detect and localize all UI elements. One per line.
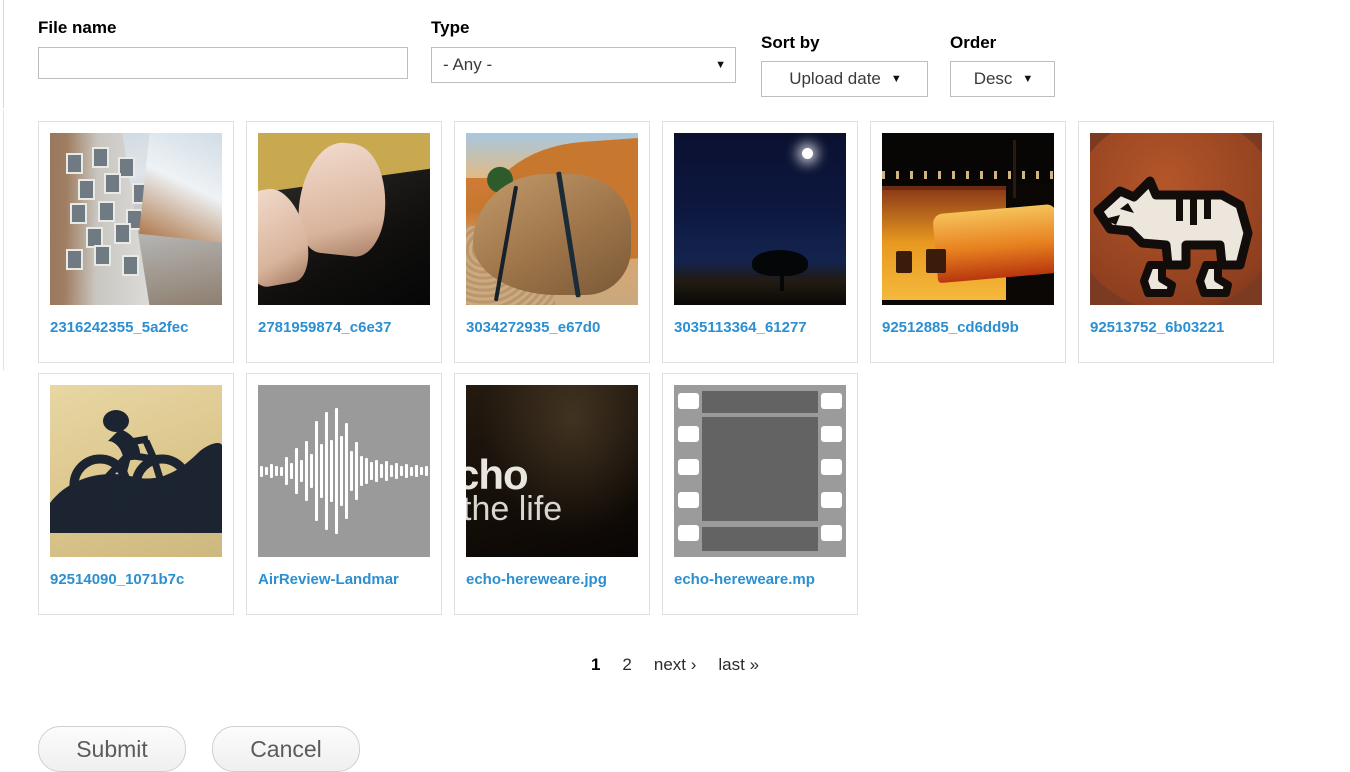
media-file-link[interactable]: 92514090_1071b7c: [50, 571, 222, 589]
order-label: Order: [950, 33, 1055, 53]
media-thumbnail[interactable]: [50, 385, 222, 557]
media-thumbnail[interactable]: [674, 133, 846, 305]
media-card[interactable]: 2781959874_c6e37: [246, 121, 442, 363]
sort-by-select[interactable]: Upload date ▼: [761, 61, 928, 97]
pager-link[interactable]: 2: [622, 655, 631, 675]
submit-button[interactable]: Submit: [38, 726, 186, 772]
cancel-button[interactable]: Cancel: [212, 726, 360, 772]
chevron-down-icon: ▼: [891, 74, 902, 85]
media-card[interactable]: 3035113364_61277: [662, 121, 858, 363]
media-file-link[interactable]: echo-hereweare.jpg: [466, 571, 638, 589]
media-card[interactable]: 92512885_cd6dd9b: [870, 121, 1066, 363]
dialog-left-edge-rule-lower: [3, 110, 4, 370]
filter-sort-by: Sort by Upload date ▼: [761, 33, 928, 97]
type-select-value: - Any -: [443, 55, 492, 75]
type-select[interactable]: - Any - ▼: [431, 47, 736, 83]
filter-type: Type - Any - ▼: [431, 18, 736, 83]
sort-by-label: Sort by: [761, 33, 928, 53]
media-thumbnail[interactable]: [258, 385, 430, 557]
filter-file-name: File name: [38, 18, 408, 79]
filter-order: Order Desc ▼: [950, 33, 1055, 97]
media-file-link[interactable]: 2316242355_5a2fec: [50, 319, 222, 337]
media-card[interactable]: 92513752_6b03221: [1078, 121, 1274, 363]
media-thumbnail[interactable]: chothe life: [466, 385, 638, 557]
media-file-link[interactable]: 2781959874_c6e37: [258, 319, 430, 337]
media-thumbnail[interactable]: [882, 133, 1054, 305]
filter-bar: File name Type - Any - ▼ Sort by Upload …: [0, 0, 1350, 108]
sort-by-select-value: Upload date: [789, 69, 881, 89]
type-label: Type: [431, 18, 736, 38]
media-card[interactable]: AirReview-Landmar: [246, 373, 442, 615]
media-card[interactable]: echo-hereweare.mp: [662, 373, 858, 615]
media-grid-row: 92514090_1071b7c AirReview-Landmar chothe …: [38, 373, 1350, 615]
media-thumbnail[interactable]: [674, 385, 846, 557]
form-actions: Submit Cancel: [38, 726, 360, 772]
media-card[interactable]: 92514090_1071b7c: [38, 373, 234, 615]
pager: 1 2 next › last »: [0, 655, 1350, 675]
media-file-link[interactable]: echo-hereweare.mp: [674, 571, 846, 589]
file-name-input[interactable]: [38, 47, 408, 79]
media-file-link[interactable]: 3035113364_61277: [674, 319, 846, 337]
media-file-link[interactable]: 92512885_cd6dd9b: [882, 319, 1054, 337]
pager-current-page: 1: [591, 655, 600, 675]
media-file-link[interactable]: 3034272935_e67d0: [466, 319, 638, 337]
chevron-down-icon: ▼: [1022, 74, 1033, 85]
file-name-label: File name: [38, 18, 408, 38]
media-grid: 2316242355_5a2fec 2781959874_c6e37 3034272…: [38, 121, 1350, 625]
media-thumbnail[interactable]: [50, 133, 222, 305]
echo-cover-line2: the life: [466, 492, 562, 526]
media-thumbnail[interactable]: [258, 133, 430, 305]
media-grid-row: 2316242355_5a2fec 2781959874_c6e37 3034272…: [38, 121, 1350, 363]
media-card[interactable]: chothe life echo-hereweare.jpg: [454, 373, 650, 615]
chevron-down-icon: ▼: [715, 60, 726, 71]
media-file-link[interactable]: 92513752_6b03221: [1090, 319, 1262, 337]
pager-link[interactable]: next ›: [654, 655, 697, 675]
media-thumbnail[interactable]: [466, 133, 638, 305]
media-card[interactable]: 2316242355_5a2fec: [38, 121, 234, 363]
pager-link[interactable]: last »: [718, 655, 759, 675]
order-select[interactable]: Desc ▼: [950, 61, 1055, 97]
media-thumbnail[interactable]: [1090, 133, 1262, 305]
media-card[interactable]: 3034272935_e67d0: [454, 121, 650, 363]
order-select-value: Desc: [974, 69, 1013, 89]
media-file-link[interactable]: AirReview-Landmar: [258, 571, 430, 589]
